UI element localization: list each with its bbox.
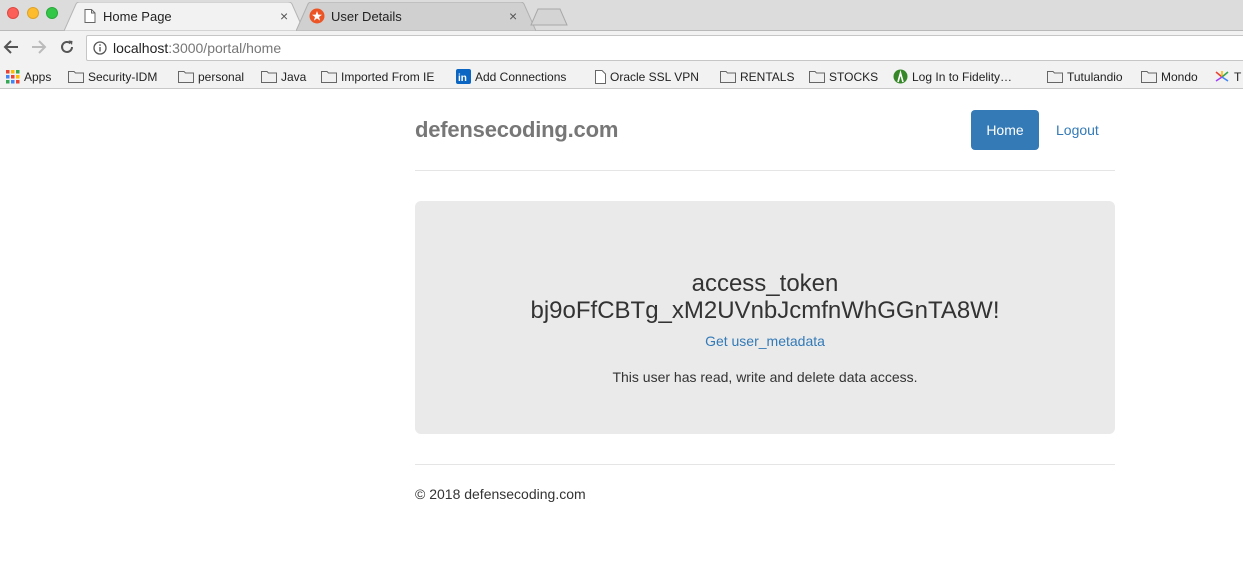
bookmark-label: Log In to Fidelity… (912, 69, 1013, 84)
home-button[interactable]: Home (971, 110, 1039, 150)
folder-icon (1141, 71, 1157, 83)
forward-button[interactable] (28, 36, 50, 58)
bookmark-label: STOCKS (829, 69, 879, 84)
bookmark-apps[interactable]: Apps (6, 68, 51, 85)
folder-icon (178, 71, 194, 83)
access-description: This user has read, write and delete dat… (612, 369, 918, 385)
bookmark-java[interactable]: Java (261, 68, 306, 85)
tab-strip: Home Page × User Details × (0, 0, 1243, 31)
bookmark-label: Imported From IE (341, 69, 435, 84)
bookmark-add-connections[interactable]: in Add Connections (456, 68, 566, 85)
jumbotron: access_token bj9oFfCBTg_xM2UVnbJcmfnWhGG… (415, 201, 1115, 434)
bookmark-label: Tutulandio (1067, 69, 1123, 84)
bookmark-stocks[interactable]: STOCKS (809, 68, 878, 85)
page-icon (595, 69, 606, 84)
access-token-title: access_token (691, 270, 839, 297)
folder-icon (68, 71, 84, 83)
site-brand[interactable]: defensecoding.com (415, 117, 618, 143)
bookmark-label: Oracle SSL VPN (610, 69, 699, 84)
get-user-metadata-link[interactable]: Get user_metadata (415, 333, 1115, 349)
bookmark-label: Security-IDM (88, 69, 158, 84)
address-bar[interactable]: localhost:3000/portal/home (86, 35, 1243, 61)
url-host: localhost (113, 40, 169, 56)
folder-icon (720, 71, 736, 83)
fidelity-icon (893, 69, 908, 84)
header-divider (415, 170, 1115, 171)
logout-link[interactable]: Logout (1056, 122, 1099, 138)
window-maximize-button[interactable] (46, 7, 58, 19)
bookmark-label: Add Connections (475, 69, 567, 84)
bookmark-label: Java (281, 69, 307, 84)
apps-grid-icon (6, 69, 20, 83)
footer-divider (415, 464, 1115, 465)
close-icon[interactable]: × (509, 9, 517, 23)
bookmark-rentals[interactable]: RENTALS (720, 68, 794, 85)
bookmark-label: Mondo (1161, 69, 1198, 84)
window-minimize-button[interactable] (27, 7, 39, 19)
info-icon[interactable] (93, 41, 107, 55)
window-close-button[interactable] (7, 7, 19, 19)
tab-user-details[interactable]: User Details × (296, 2, 536, 31)
linkedin-icon: in (456, 69, 471, 84)
folder-icon (1047, 71, 1063, 83)
bookmark-security-idm[interactable]: Security-IDM (68, 68, 157, 85)
bookmark-oracle-ssl-vpn[interactable]: Oracle SSL VPN (595, 68, 699, 85)
new-tab-button[interactable] (530, 8, 568, 26)
back-button[interactable] (0, 36, 22, 58)
folder-icon (261, 71, 277, 83)
access-token-value: bj9oFfCBTg_xM2UVnbJcmfnWhGGnTA8W! (530, 297, 1000, 324)
tab-home-page[interactable]: Home Page × (64, 2, 304, 31)
bookmark-fidelity[interactable]: Log In to Fidelity… (893, 68, 1012, 85)
page-icon (84, 9, 96, 28)
reload-button[interactable] (56, 36, 78, 58)
bookmark-label: T (1234, 69, 1242, 84)
bookmark-imported-from-ie[interactable]: Imported From IE (321, 68, 434, 85)
tab-title: Home Page (103, 9, 172, 24)
bookmarks-bar: Apps Security-IDM personal Java Imported… (0, 64, 1243, 89)
colorful-icon (1215, 70, 1229, 82)
bookmark-label: Apps (24, 69, 52, 84)
folder-icon (321, 71, 337, 83)
bookmark-t[interactable]: T (1214, 68, 1241, 85)
arrow-right-icon (32, 40, 47, 54)
bookmark-personal[interactable]: personal (178, 68, 244, 85)
auth0-icon (309, 8, 325, 29)
bookmark-label: personal (198, 69, 245, 84)
reload-icon (61, 40, 73, 53)
url-path: :3000/portal/home (168, 40, 282, 56)
bookmark-tutulandio[interactable]: Tutulandio (1047, 68, 1123, 85)
svg-text:in: in (458, 73, 467, 84)
footer-copyright: © 2018 defensecoding.com (415, 486, 586, 502)
tab-title: User Details (331, 9, 402, 24)
folder-icon (809, 71, 825, 83)
close-icon[interactable]: × (280, 9, 288, 23)
bookmark-mondo[interactable]: Mondo (1141, 68, 1198, 85)
arrow-left-icon (3, 40, 18, 54)
bookmark-label: RENTALS (740, 69, 795, 84)
